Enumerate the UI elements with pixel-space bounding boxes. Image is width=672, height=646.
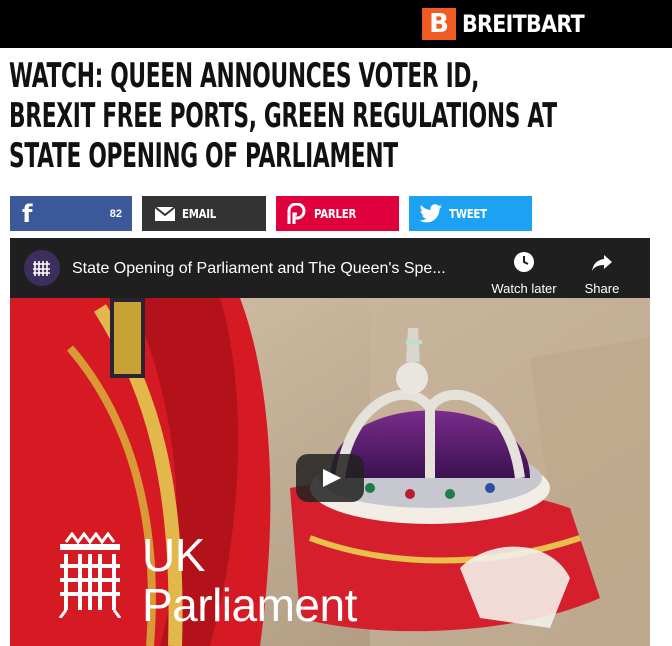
parler-label: PARLER xyxy=(314,206,357,221)
channel-avatar[interactable] xyxy=(24,250,60,286)
share-video-button[interactable]: Share xyxy=(572,250,632,296)
wordmark-line-2: Parliament xyxy=(142,579,357,631)
share-label: Share xyxy=(584,281,620,296)
facebook-share-count: 82 xyxy=(109,207,122,220)
article-headline: WATCH: QUEEN ANNOUNCES VOTER ID, BREXIT … xyxy=(9,56,649,176)
headline-line: BREXIT FREE PORTS, GREEN REGULATIONS AT xyxy=(9,96,557,136)
portcullis-logo-icon xyxy=(52,531,128,623)
parler-icon xyxy=(287,202,306,224)
email-label: EMAIL xyxy=(182,206,217,221)
play-button[interactable] xyxy=(296,454,364,502)
parler-share-button[interactable]: PARLER xyxy=(276,196,399,231)
video-title-bar: State Opening of Parliament and The Quee… xyxy=(10,238,650,298)
uk-parliament-wordmark: UK Parliament xyxy=(142,530,357,630)
share-arrow-icon xyxy=(592,255,612,271)
headline-line: WATCH: QUEEN ANNOUNCES VOTER ID, xyxy=(9,56,480,96)
envelope-icon xyxy=(154,205,176,221)
site-header: B BREITBART xyxy=(0,0,672,48)
facebook-share-button[interactable]: f 82 xyxy=(10,196,132,231)
clock-icon xyxy=(514,252,534,272)
watch-later-label: Watch later xyxy=(491,281,557,296)
video-title[interactable]: State Opening of Parliament and The Quee… xyxy=(72,260,492,278)
brand-mark: B xyxy=(422,8,456,40)
headline-line: STATE OPENING OF PARLIAMENT xyxy=(9,136,398,176)
email-share-button[interactable]: EMAIL xyxy=(142,196,266,231)
wordmark-line-1: UK xyxy=(142,529,205,581)
tweet-label: TWEET xyxy=(449,206,487,221)
breitbart-logo[interactable]: B BREITBART xyxy=(422,8,604,40)
embedded-video-player[interactable]: UK Parliament State Opening of Parliamen… xyxy=(10,238,650,646)
channel-portcullis-icon xyxy=(33,261,50,276)
brand-name: BREITBART xyxy=(462,10,585,38)
tweet-share-button[interactable]: TWEET xyxy=(409,196,532,231)
watch-later-button[interactable]: Watch later xyxy=(484,250,564,296)
twitter-bird-icon xyxy=(419,203,442,222)
facebook-icon: f xyxy=(22,199,33,228)
play-icon xyxy=(323,469,341,487)
